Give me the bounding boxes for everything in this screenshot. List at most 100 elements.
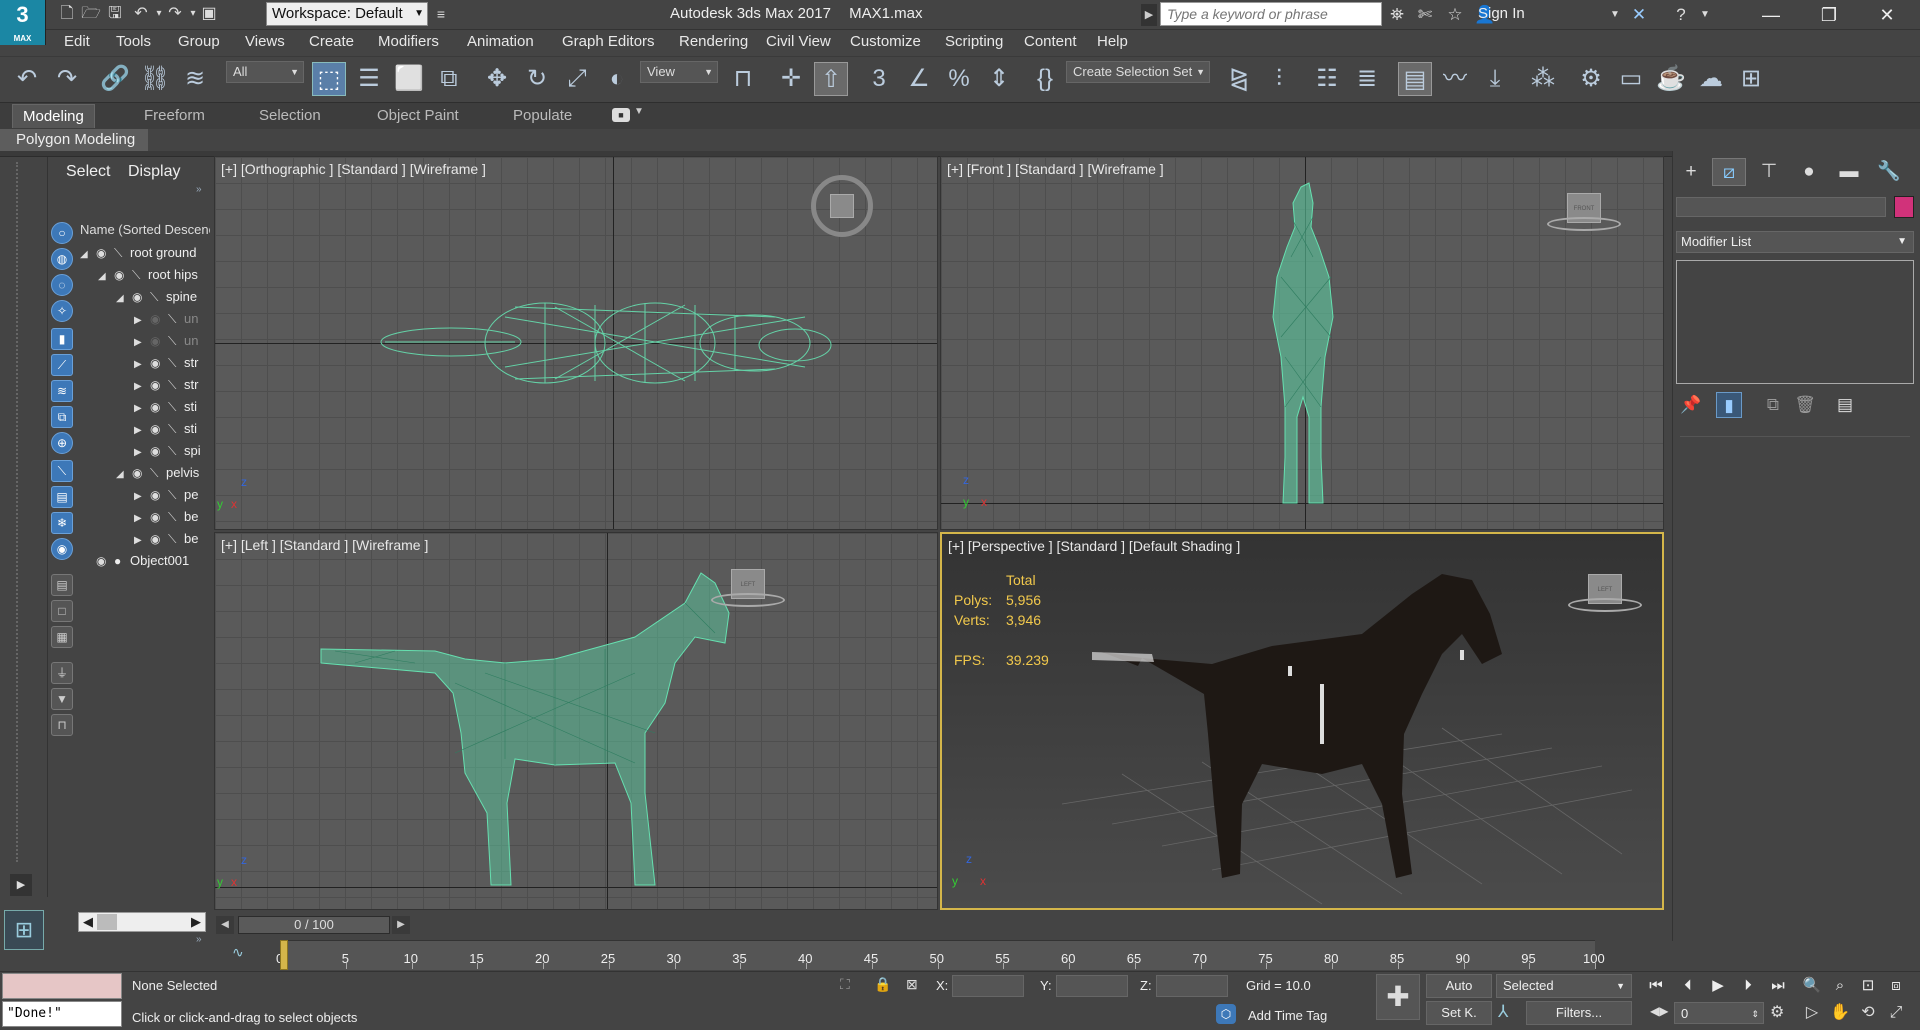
menu-views[interactable]: Views <box>245 33 285 50</box>
pivot-center-icon[interactable]: ⊓ <box>726 62 760 96</box>
make-unique-icon[interactable]: ⧉ <box>1760 392 1786 418</box>
tree-row-spine[interactable]: ◢ ◉ ⟍ spine <box>116 286 210 308</box>
motion-tab-icon[interactable]: ● <box>1792 158 1826 186</box>
toggle-layer-explorer-icon[interactable]: ≣ <box>1350 62 1384 96</box>
display-spacewarps-icon[interactable]: ≋ <box>51 380 73 402</box>
toggle-ribbon-icon[interactable]: ▤ <box>1398 62 1432 96</box>
rendered-frame-window-icon[interactable]: ▭ <box>1614 62 1648 96</box>
pan-view-icon[interactable]: ✋ <box>1828 1001 1852 1025</box>
menu-rendering[interactable]: Rendering <box>679 33 748 50</box>
minimize-button[interactable]: — <box>1742 0 1800 30</box>
previous-frame-icon[interactable]: ⏴ <box>1676 974 1700 998</box>
scroll-left-icon[interactable]: ◀ <box>83 913 93 931</box>
explorer-expand-icon[interactable]: » <box>196 934 202 945</box>
lock-selection-icon[interactable]: 🔒 <box>874 976 891 993</box>
expand-arrow-icon[interactable]: ▶ <box>134 310 150 330</box>
current-frame-field[interactable]: 0 ⇕ <box>1674 1002 1764 1024</box>
auto-key-button[interactable]: Auto <box>1426 974 1492 998</box>
go-to-end-icon[interactable]: ⏭ <box>1766 974 1790 998</box>
display-tab-icon[interactable]: ▬ <box>1832 158 1866 186</box>
menu-content[interactable]: Content <box>1024 33 1077 50</box>
rotate-icon[interactable]: ↻ <box>520 62 554 96</box>
tree-row-child[interactable]: ▶ ◉ ⟍ be <box>134 528 210 550</box>
hidden-eye-icon[interactable]: ◉ <box>150 308 168 330</box>
unlink-icon[interactable]: ⛓ <box>138 62 172 96</box>
tree-row-child[interactable]: ▶ ◉ ⟍ str <box>134 352 210 374</box>
tree-row-child[interactable]: ▶ ◉ ⟍ sti <box>134 396 210 418</box>
tree-row-root-ground[interactable]: ◢ ◉ ⟍ root ground <box>80 242 210 264</box>
ribbon-options-icon[interactable]: ■ <box>612 108 630 122</box>
tree-row-child[interactable]: ▶ ◉ ⟍ pe <box>134 484 210 506</box>
bind-spacewarp-icon[interactable]: ≋ <box>178 62 212 96</box>
display-invert-icon[interactable]: □ <box>51 600 73 622</box>
tree-row-child[interactable]: ▶ ◉ ⟍ un <box>134 330 210 352</box>
tab-selection[interactable]: Selection <box>249 104 331 128</box>
tab-object-paint[interactable]: Object Paint <box>367 104 469 128</box>
visibility-eye-icon[interactable]: ◉ <box>150 396 168 418</box>
time-configuration-icon[interactable]: ⚙ <box>1770 1002 1784 1022</box>
tree-row-child[interactable]: ▶ ◉ ⟍ sti <box>134 418 210 440</box>
tab-populate[interactable]: Populate <box>503 104 582 128</box>
select-by-name-icon[interactable]: ☰ <box>352 62 386 96</box>
dock-handle[interactable] <box>16 162 24 862</box>
scroll-thumb[interactable] <box>97 914 117 930</box>
undo-icon[interactable]: ↶ <box>10 62 44 96</box>
zoom-all-icon[interactable]: ⌕ <box>1828 974 1852 998</box>
display-bones-icon[interactable]: ⟍ <box>51 460 73 482</box>
placement-icon[interactable]: ◐ <box>600 62 634 96</box>
sign-in-dropdown-icon[interactable]: ▼ <box>1604 4 1626 26</box>
display-helpers-icon[interactable]: ⟋ <box>51 354 73 376</box>
help-dropdown-icon[interactable]: ▼ <box>1694 4 1716 26</box>
absolute-mode-icon[interactable]: ⊠ <box>906 976 918 993</box>
exchange-apps-icon[interactable]: ✕ <box>1628 4 1650 26</box>
tree-row-child[interactable]: ▶ ◉ ⟍ un <box>134 308 210 330</box>
viewcube-ring[interactable] <box>711 593 785 607</box>
explorer-display-tab[interactable]: Display <box>128 163 180 181</box>
maxscript-listener-input[interactable] <box>2 973 122 999</box>
expand-arrow-icon[interactable]: ▶ <box>134 486 150 506</box>
isolate-selection-icon[interactable]: ⛶ <box>840 976 850 993</box>
polygon-modeling-panel[interactable]: Polygon Modeling <box>0 129 148 151</box>
workspace-dropdown[interactable]: Workspace: Default ▼ <box>266 2 428 26</box>
curve-editor-mini-icon[interactable]: ∿ <box>232 944 244 961</box>
display-all-icon[interactable]: ▤ <box>51 574 73 596</box>
material-editor-icon[interactable]: ⁂ <box>1526 62 1560 96</box>
viewcube-ring[interactable] <box>1568 598 1642 612</box>
restore-button[interactable]: ❐ <box>1800 0 1858 30</box>
menu-tools[interactable]: Tools <box>116 33 151 50</box>
expand-arrow-icon[interactable]: ▶ <box>134 376 150 396</box>
key-mode-toggle-icon[interactable]: ◀▶ <box>1650 1004 1668 1018</box>
selection-set-icon[interactable]: ⊓ <box>51 714 73 736</box>
explorer-collapse-icon[interactable]: » <box>196 184 202 195</box>
scroll-right-icon[interactable]: ▶ <box>191 913 201 931</box>
search-expand-icon[interactable]: ▶ <box>1141 4 1157 26</box>
display-frozen-icon[interactable]: ❄ <box>51 512 73 534</box>
curve-editor-icon[interactable]: 〰 <box>1438 62 1472 96</box>
menu-create[interactable]: Create <box>309 33 354 50</box>
menu-customize[interactable]: Customize <box>850 33 921 50</box>
collapse-arrow-icon[interactable]: ◢ <box>116 464 132 484</box>
field-of-view-icon[interactable]: ▷ <box>1800 1001 1824 1025</box>
display-shapes-icon[interactable]: ◌ <box>51 274 73 296</box>
expand-arrow-icon[interactable]: ▶ <box>134 442 150 462</box>
zoom-extents-all-icon[interactable]: ⧈ <box>1884 974 1908 998</box>
key-filter-dropdown[interactable]: Selected ▼ <box>1496 974 1632 998</box>
create-tab-icon[interactable]: + <box>1674 158 1708 186</box>
viewport-layout-icon[interactable]: ⊞ <box>4 910 44 950</box>
tab-freeform[interactable]: Freeform <box>134 104 215 128</box>
visibility-eye-icon[interactable]: ◉ <box>132 286 150 308</box>
reference-coord-dropdown[interactable]: View ▼ <box>640 61 718 83</box>
maximize-viewport-icon[interactable]: ⤢ <box>1884 1001 1908 1025</box>
display-hidden-icon[interactable]: ◉ <box>51 538 73 560</box>
visibility-eye-icon[interactable]: ◉ <box>132 462 150 484</box>
menu-overflow-icon[interactable]: ≡ <box>430 3 452 25</box>
new-file-icon[interactable]: 🗋 <box>56 3 78 25</box>
subscription-icon[interactable]: ✄ <box>1414 4 1436 26</box>
visibility-eye-icon[interactable]: ◉ <box>150 528 168 550</box>
spinner-icon[interactable]: ⇕ <box>1751 1003 1759 1025</box>
expand-arrow-icon[interactable]: ▶ <box>134 420 150 440</box>
show-end-result-icon[interactable]: ▮ <box>1716 392 1742 418</box>
zoom-icon[interactable]: 🔍 <box>1800 974 1824 998</box>
expand-arrow-icon[interactable]: ▶ <box>134 530 150 550</box>
visibility-eye-icon[interactable]: ◉ <box>150 440 168 462</box>
